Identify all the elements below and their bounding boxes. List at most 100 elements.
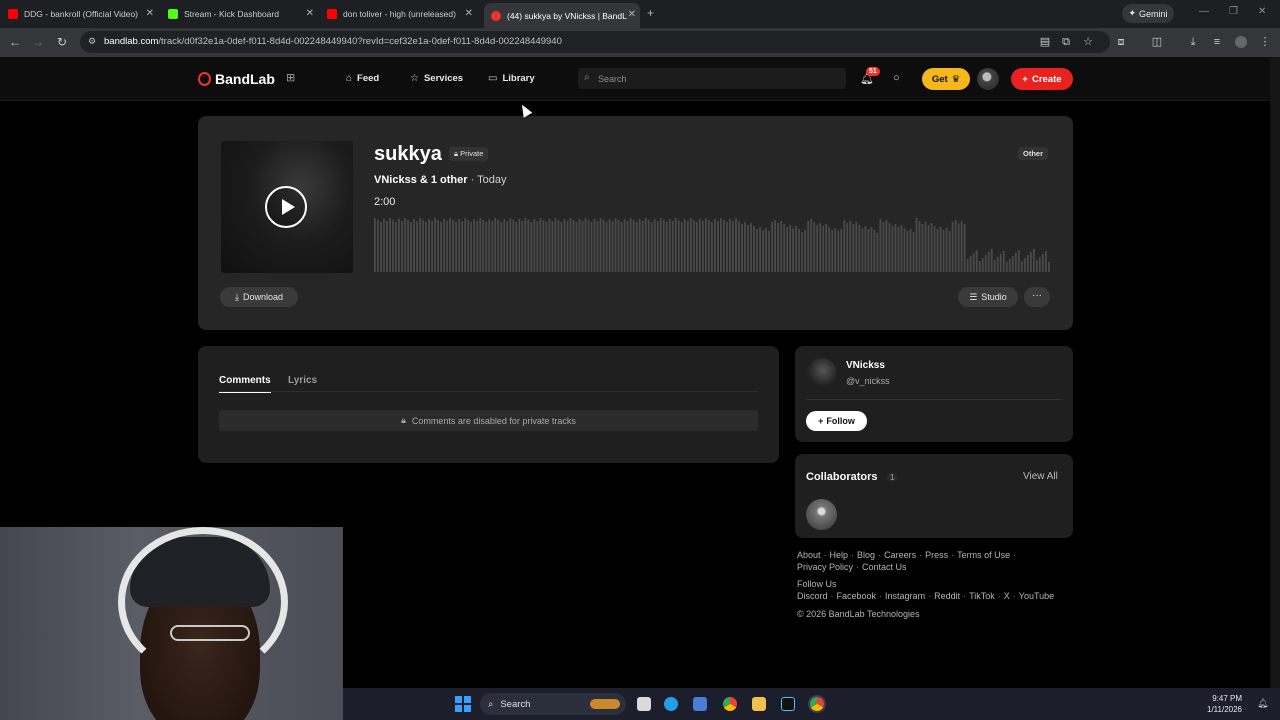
gemini-button[interactable]: ✦ Gemini [1122, 4, 1174, 23]
close-icon[interactable]: ✕ [146, 8, 154, 19]
nav-label: Feed [357, 73, 380, 84]
webcam-glasses [170, 625, 250, 641]
footer-link[interactable]: Blog [857, 550, 875, 560]
file-explorer-icon[interactable] [752, 697, 766, 711]
media-icon[interactable]: ≡ [1211, 36, 1223, 48]
footer-social-row: Discord · Facebook · Instagram · Reddit · TikTok… [797, 591, 1055, 601]
close-window-icon[interactable]: ✕ [1258, 6, 1266, 17]
footer-link[interactable]: Careers [884, 550, 916, 560]
studio-button[interactable]: ☰ Studio [958, 287, 1018, 307]
track-artists-link[interactable]: VNickss & 1 other [374, 174, 468, 186]
system-clock[interactable]: 9:47 PM 1/11/2026 [1207, 693, 1242, 715]
user-avatar[interactable] [977, 68, 999, 90]
close-icon[interactable]: ✕ [465, 8, 473, 19]
page-scrollbar[interactable] [1270, 57, 1280, 688]
profile-avatar[interactable] [1235, 36, 1247, 48]
download-button[interactable]: ⤓ Download [220, 287, 298, 307]
social-link[interactable]: X [1004, 591, 1010, 601]
browser-tab[interactable]: DDG - bankroll (Official Video) ✕ [8, 4, 158, 24]
footer-link[interactable]: Press [925, 550, 948, 560]
social-link[interactable]: YouTube [1019, 591, 1054, 601]
cast-icon[interactable]: ⧉ [1060, 36, 1072, 48]
waveform-bar [849, 221, 852, 272]
waveform-bar [1041, 254, 1044, 272]
download-icon[interactable]: ⤓ [1187, 36, 1199, 48]
youtube-icon [327, 9, 337, 19]
view-all-link[interactable]: View All [1023, 471, 1058, 482]
sidebar-icon[interactable]: ◫ [1151, 36, 1163, 48]
private-label: Private [460, 149, 484, 158]
play-button[interactable] [265, 186, 307, 228]
forward-icon[interactable]: → [31, 35, 45, 49]
nav-services[interactable]: ☆ Services [410, 73, 463, 84]
artist-avatar[interactable] [806, 358, 837, 389]
menu-icon[interactable]: ⋮ [1259, 36, 1271, 48]
tab-comments[interactable]: Comments [219, 375, 271, 393]
social-link[interactable]: TikTok [969, 591, 995, 601]
waveform-bar [960, 221, 963, 272]
waveform-bar [1035, 260, 1038, 272]
social-link[interactable]: Instagram [885, 591, 925, 601]
browser-tab-active[interactable]: (44) sukkya by VNickss | BandL ✕ [484, 3, 640, 28]
notification-tray-icon[interactable]: 🔔︎ [1257, 698, 1268, 709]
footer-link[interactable]: Terms of Use [957, 550, 1010, 560]
social-link[interactable]: Facebook [837, 591, 877, 601]
bookmark-star-icon[interactable]: ☆ [1082, 36, 1094, 48]
minimize-icon[interactable]: — [1199, 6, 1209, 17]
footer-link[interactable]: Contact Us [862, 562, 907, 572]
waveform-bar [521, 221, 524, 272]
footer-link[interactable]: About [797, 550, 821, 560]
taskbar-search[interactable]: ⌕ Search [480, 693, 626, 715]
footer-link[interactable]: Help [830, 550, 849, 560]
reload-icon[interactable]: ↻ [55, 35, 69, 49]
genre-badge[interactable]: Other [1018, 147, 1049, 160]
new-tab-icon[interactable]: + [647, 6, 654, 20]
edge-icon[interactable] [664, 697, 678, 711]
waveform[interactable] [374, 212, 1051, 272]
maximize-icon[interactable]: ❐ [1229, 6, 1238, 17]
social-link[interactable]: Discord [797, 591, 828, 601]
extensions-icon[interactable]: ⧈ [1115, 36, 1127, 48]
social-link[interactable]: Reddit [934, 591, 960, 601]
site-info-icon[interactable]: ⚙ [88, 36, 96, 47]
bandlab-logo[interactable]: BandLab [198, 71, 275, 87]
home-icon: ⌂ [346, 73, 353, 84]
waveform-bar [1044, 251, 1047, 272]
chrome-icon[interactable] [723, 697, 737, 711]
tab-lyrics[interactable]: Lyrics [288, 375, 317, 386]
chrome-active-icon[interactable] [810, 697, 824, 711]
waveform-bar [374, 218, 376, 272]
crown-icon: ♛ [951, 73, 961, 85]
waveform-bar [750, 223, 752, 272]
search-icon: ⌕ [584, 72, 590, 83]
follow-button[interactable]: + Follow [806, 411, 867, 431]
divider [806, 399, 1062, 400]
reading-mode-icon[interactable]: ▤ [1039, 36, 1051, 48]
back-icon[interactable]: ← [8, 35, 22, 49]
collaborator-avatar[interactable] [806, 499, 837, 530]
close-icon[interactable]: ✕ [628, 9, 636, 20]
store-icon[interactable] [693, 697, 707, 711]
windows-start-icon[interactable] [455, 696, 471, 712]
waveform-bar [458, 219, 461, 272]
waveform-bar [741, 224, 743, 272]
waveform-bar [852, 224, 855, 272]
messages-icon[interactable]: ○ [893, 72, 900, 84]
more-options-button[interactable]: ··· [1024, 287, 1050, 307]
artist-name[interactable]: VNickss [846, 360, 885, 371]
create-button[interactable]: + Create [1011, 68, 1073, 90]
nav-library[interactable]: ▭ Library [488, 73, 535, 84]
nav-feed[interactable]: ⌂ Feed [346, 73, 379, 84]
address-bar[interactable]: ⚙ bandlab.com/track/d0f32e1a-0def-f011-8… [80, 31, 1110, 53]
browser-tab[interactable]: don toliver - high (unreleased) ✕ [327, 4, 477, 24]
get-membership-button[interactable]: Get ♛ [922, 68, 970, 90]
apps-grid-icon[interactable]: ⊞ [286, 71, 300, 85]
search-input[interactable] [598, 71, 838, 86]
footer-link[interactable]: Privacy Policy [797, 562, 853, 572]
waveform-bar [614, 218, 617, 272]
task-view-icon[interactable] [637, 697, 651, 711]
tiktok-icon[interactable] [781, 697, 795, 711]
browser-tab[interactable]: Stream - Kick Dashboard ✕ [168, 4, 318, 24]
waveform-bar [837, 231, 840, 272]
close-icon[interactable]: ✕ [306, 8, 314, 19]
